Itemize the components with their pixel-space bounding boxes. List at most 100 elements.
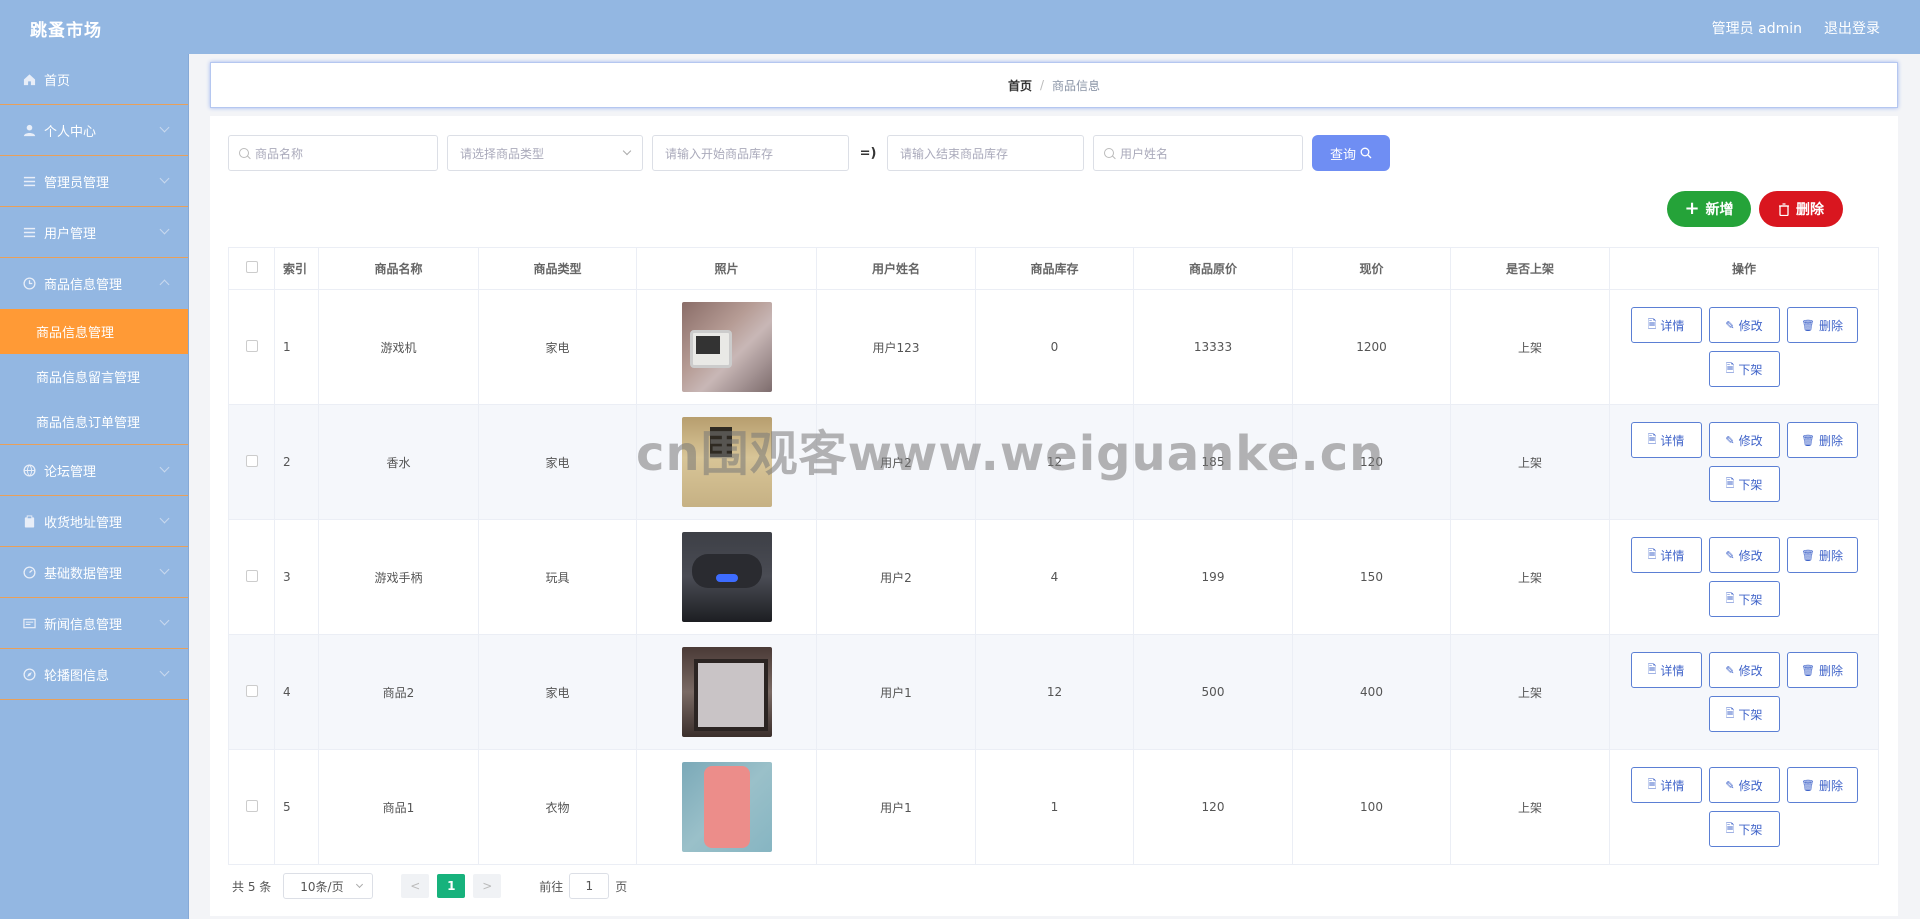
goods-photo[interactable] — [681, 762, 772, 852]
offshelf-label: 下架 — [1738, 362, 1763, 377]
chevron-down-icon — [159, 462, 170, 473]
submenu-item-goods-orders[interactable]: 商品信息订单管理 — [0, 399, 188, 444]
offshelf-button[interactable]: 🗎 下架 — [1708, 811, 1780, 847]
goods-type-select[interactable]: 请选择商品类型 — [447, 135, 643, 171]
table-row: 5 商品1 衣物 用户1 1 120 100 上架 🗎 详情 ✎ 修改 🗑 删除 🗎 下… — [228, 749, 1879, 865]
edit-button[interactable]: ✎ 修改 — [1708, 767, 1780, 803]
type-cell: 玩具 — [478, 519, 637, 635]
index-cell: 3 — [274, 519, 319, 635]
name-cell: 商品2 — [318, 634, 479, 750]
detail-label: 详情 — [1660, 548, 1685, 563]
prev-page-button[interactable]: < — [401, 874, 430, 898]
offshelf-button[interactable]: 🗎 下架 — [1708, 696, 1780, 732]
goods-photo[interactable] — [681, 532, 772, 622]
newspaper-icon — [22, 616, 36, 630]
sidebar-item-users[interactable]: 用户管理 — [0, 207, 188, 258]
next-page-button[interactable]: > — [473, 874, 502, 898]
query-button[interactable]: 查询 — [1312, 135, 1390, 171]
stock-cell: 1 — [975, 749, 1134, 865]
delete-button[interactable]: 🗑 删除 — [1786, 307, 1858, 343]
edit-button[interactable]: ✎ 修改 — [1708, 307, 1780, 343]
page-size-select[interactable]: 10条/页 — [283, 873, 374, 899]
breadcrumb-home[interactable]: 首页 — [1008, 77, 1032, 94]
sidebar-item-news[interactable]: 新闻信息管理 — [0, 598, 188, 649]
sidebar-item-admins[interactable]: 管理员管理 — [0, 156, 188, 207]
page-number-current[interactable]: 1 — [437, 874, 466, 898]
sidebar-item-label: 收货地址管理 — [44, 515, 123, 531]
stock-start-input[interactable]: 请输入开始商品库存 — [652, 135, 849, 171]
list-icon — [22, 225, 36, 239]
goto-label: 前往 — [539, 879, 564, 894]
sidebar-item-forum[interactable]: 论坛管理 — [0, 445, 188, 496]
delete-button[interactable]: 🗑 删除 — [1786, 767, 1858, 803]
sidebar-item-label: 管理员管理 — [44, 175, 110, 191]
home-icon — [22, 72, 36, 86]
page-size-value: 10条/页 — [300, 879, 344, 894]
detail-button[interactable]: 🗎 详情 — [1630, 307, 1702, 343]
type-cell: 衣物 — [478, 749, 637, 865]
index-cell: 2 — [274, 404, 319, 520]
offshelf-button[interactable]: 🗎 下架 — [1708, 351, 1780, 387]
document-icon: 🗎 — [1647, 777, 1657, 791]
select-all-checkbox[interactable] — [245, 261, 258, 273]
header-user-area: 管理员 admin 退出登录 — [1712, 18, 1880, 38]
delete-button[interactable]: 🗑 删除 — [1786, 422, 1858, 458]
detail-button[interactable]: 🗎 详情 — [1630, 767, 1702, 803]
sidebar-item-carousel[interactable]: 轮播图信息 — [0, 649, 188, 700]
row-checkbox[interactable] — [245, 799, 258, 812]
orig-price-cell: 13333 — [1133, 289, 1293, 405]
row-checkbox[interactable] — [245, 454, 258, 467]
edit-button[interactable]: ✎ 修改 — [1708, 537, 1780, 573]
pagination: 共 5 条 10条/页 < 1 > 前往 1 页 — [232, 873, 627, 899]
sidebar-item-basedata[interactable]: 基础数据管理 — [0, 547, 188, 598]
goods-photo[interactable] — [681, 302, 772, 392]
offshelf-button[interactable]: 🗎 下架 — [1708, 466, 1780, 502]
goto-page-input[interactable]: 1 — [569, 873, 610, 899]
pencil-icon: ✎ — [1725, 433, 1735, 447]
goods-photo[interactable] — [681, 417, 772, 507]
submenu-item-goods-comments[interactable]: 商品信息留言管理 — [0, 354, 188, 399]
col-header: 操作 — [1609, 247, 1879, 290]
search-icon — [239, 148, 249, 158]
document-icon: 🗎 — [1725, 476, 1735, 490]
goods-name-search-input[interactable]: 商品名称 — [228, 135, 438, 171]
sidebar-item-home[interactable]: 首页 — [0, 54, 188, 105]
chevron-down-icon — [159, 564, 170, 575]
detail-button[interactable]: 🗎 详情 — [1630, 422, 1702, 458]
submenu-item-goods-info[interactable]: 商品信息管理 — [0, 309, 188, 354]
index-cell: 1 — [274, 289, 319, 405]
edit-button[interactable]: ✎ 修改 — [1708, 422, 1780, 458]
row-checkbox[interactable] — [245, 569, 258, 582]
sidebar-item-profile[interactable]: 个人中心 — [0, 105, 188, 156]
detail-button[interactable]: 🗎 详情 — [1630, 652, 1702, 688]
edit-label: 修改 — [1738, 663, 1763, 678]
edit-button[interactable]: ✎ 修改 — [1708, 652, 1780, 688]
goods-submenu: 商品信息管理 商品信息留言管理 商品信息订单管理 — [0, 309, 188, 445]
sidebar-item-goods[interactable]: 商品信息管理 — [0, 258, 188, 309]
add-button[interactable]: + 新增 — [1667, 191, 1751, 227]
user-cell: 用户1 — [816, 749, 976, 865]
pagination-total: 共 5 条 — [232, 879, 272, 894]
sidebar-item-address[interactable]: 收货地址管理 — [0, 496, 188, 547]
delete-button[interactable]: 🗑 删除 — [1786, 652, 1858, 688]
row-checkbox[interactable] — [245, 339, 258, 352]
offshelf-label: 下架 — [1738, 592, 1763, 607]
price-cell: 150 — [1292, 519, 1451, 635]
document-icon: 🗎 — [1647, 317, 1657, 331]
delete-button[interactable]: 🗑 删除 — [1786, 537, 1858, 573]
goods-photo[interactable] — [681, 647, 772, 737]
sidebar-item-label: 首页 — [44, 73, 71, 89]
admin-user-label[interactable]: 管理员 admin — [1712, 18, 1802, 38]
stock-end-input[interactable]: 请输入结束商品库存 — [887, 135, 1084, 171]
price-cell: 100 — [1292, 749, 1451, 865]
pencil-icon: ✎ — [1725, 318, 1735, 332]
logout-link[interactable]: 退出登录 — [1824, 18, 1880, 38]
detail-button[interactable]: 🗎 详情 — [1630, 537, 1702, 573]
user-cell: 用户2 — [816, 404, 976, 520]
batch-delete-button[interactable]: 删除 — [1759, 191, 1843, 227]
offshelf-button[interactable]: 🗎 下架 — [1708, 581, 1780, 617]
orig-price-cell: 500 — [1133, 634, 1293, 750]
user-name-search-input[interactable]: 用户姓名 — [1093, 135, 1303, 171]
row-checkbox[interactable] — [245, 684, 258, 697]
orig-price-cell: 120 — [1133, 749, 1293, 865]
